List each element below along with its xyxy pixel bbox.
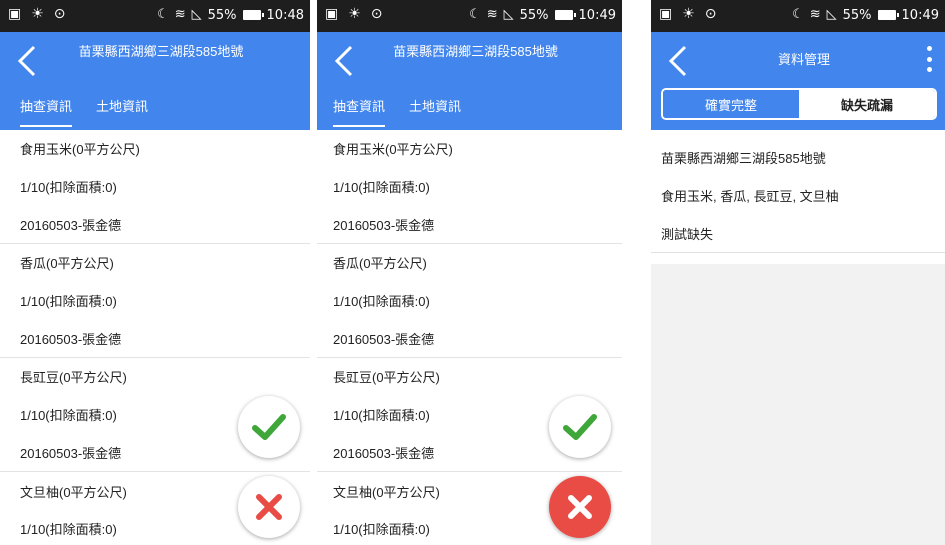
app-header: 苗栗縣西湖鄉三湖段585地號 [0, 32, 310, 86]
image-notification-icon: ▣ [659, 6, 673, 22]
screen-survey-2: ▣ ☀ ⊙ ☾ ≋ ◺ 55% 10:49 苗栗縣西湖鄉三湖段585地號 抽查資… [317, 0, 622, 545]
screen-survey-1: ▣ ☀ ⊙ ☾ ≋ ◺ 55% 10:48 苗栗縣西湖鄉三湖段585地號 抽查資… [0, 0, 310, 545]
record-note: 測試缺失 [661, 226, 714, 242]
battery-percent: 55% [842, 7, 872, 23]
crop-name: 香瓜(0平方公尺) [20, 256, 114, 272]
clock: 10:49 [901, 7, 939, 23]
page-title: 苗栗縣西湖鄉三湖段585地號 [78, 44, 244, 59]
reject-button[interactable] [238, 476, 300, 538]
back-arrow-icon[interactable] [14, 44, 40, 78]
record-icon: ⊙ [53, 6, 66, 22]
confirm-button[interactable] [549, 396, 611, 458]
crop-name: 長豇豆(0平方公尺) [333, 370, 440, 386]
crop-name: 食用玉米(0平方公尺) [333, 142, 453, 158]
app-header: 資料管理 [651, 32, 945, 86]
signal-icon: ◺ [826, 7, 837, 22]
crop-ratio: 1/10(扣除面積:0) [20, 180, 117, 196]
tab-land-info[interactable]: 土地資訊 [96, 96, 148, 115]
segment-bar: 確實完整 缺失疏漏 [651, 86, 945, 130]
reject-button[interactable] [549, 476, 611, 538]
segment-missing[interactable]: 缺失疏漏 [799, 90, 935, 118]
app-header: 苗栗縣西湖鄉三湖段585地號 [317, 32, 622, 86]
record-address: 苗栗縣西湖鄉三湖段585地號 [661, 150, 826, 166]
cross-icon [568, 495, 592, 519]
kebab-menu-icon[interactable] [925, 46, 933, 72]
empty-area [651, 264, 945, 545]
page-title: 資料管理 [777, 52, 830, 67]
list-item[interactable]: 食用玉米(0平方公尺) 1/10(扣除面積:0) 20160503-張金德 [317, 130, 622, 245]
tab-survey-info[interactable]: 抽查資訊 [333, 96, 386, 127]
do-not-disturb-icon: ☾ [792, 7, 804, 22]
record-icon: ⊙ [370, 6, 383, 22]
missing-record-item[interactable]: 苗栗縣西湖鄉三湖段585地號 食用玉米, 香瓜, 長豇豆, 文旦柚 測試缺失 [651, 130, 945, 253]
segmented-control: 確實完整 缺失疏漏 [661, 88, 937, 120]
cross-icon [256, 494, 282, 520]
crop-ratio: 1/10(扣除面積:0) [20, 294, 117, 310]
tab-bar: 抽查資訊 土地資訊 [317, 86, 622, 130]
image-notification-icon: ▣ [325, 6, 339, 22]
record-icon: ⊙ [704, 6, 717, 22]
screen-data-management: ▣ ☀ ⊙ ☾ ≋ ◺ 55% 10:49 資料管理 確實完整 缺失疏漏 苗栗縣… [651, 0, 945, 545]
wifi-icon: ≋ [486, 7, 498, 22]
back-arrow-icon[interactable] [665, 44, 691, 78]
clock: 10:49 [578, 7, 616, 23]
record-crops: 食用玉米, 香瓜, 長豇豆, 文旦柚 [661, 188, 839, 204]
list-item[interactable]: 食用玉米(0平方公尺) 1/10(扣除面積:0) 20160503-張金德 [0, 130, 310, 245]
list-item[interactable]: 香瓜(0平方公尺) 1/10(扣除面積:0) 20160503-張金德 [0, 244, 310, 359]
check-icon [563, 414, 597, 440]
brightness-icon: ☀ [31, 6, 44, 22]
battery-percent: 55% [207, 7, 237, 23]
crop-ratio: 1/10(扣除面積:0) [333, 294, 430, 310]
crop-record: 20160503-張金德 [333, 331, 435, 347]
battery-percent: 55% [519, 7, 549, 23]
signal-icon: ◺ [503, 7, 514, 22]
status-bar: ▣ ☀ ⊙ ☾ ≋ ◺ 55% 10:48 [0, 0, 310, 32]
check-icon [252, 414, 286, 440]
page-title: 苗栗縣西湖鄉三湖段585地號 [393, 44, 558, 59]
signal-icon: ◺ [191, 7, 202, 22]
clock: 10:48 [266, 7, 304, 23]
battery-icon [554, 10, 576, 20]
brightness-icon: ☀ [348, 6, 361, 22]
crop-name: 食用玉米(0平方公尺) [20, 142, 140, 158]
brightness-icon: ☀ [682, 6, 695, 22]
confirm-button[interactable] [238, 396, 300, 458]
tab-survey-info[interactable]: 抽查資訊 [20, 96, 73, 127]
image-notification-icon: ▣ [8, 6, 22, 22]
segment-complete[interactable]: 確實完整 [663, 90, 799, 118]
status-bar: ▣ ☀ ⊙ ☾ ≋ ◺ 55% 10:49 [317, 0, 622, 32]
status-bar: ▣ ☀ ⊙ ☾ ≋ ◺ 55% 10:49 [651, 0, 945, 32]
crop-record: 20160503-張金德 [20, 217, 122, 233]
back-arrow-icon[interactable] [331, 44, 357, 78]
tab-bar: 抽查資訊 土地資訊 [0, 86, 310, 130]
list-item[interactable]: 香瓜(0平方公尺) 1/10(扣除面積:0) 20160503-張金德 [317, 244, 622, 359]
crop-name: 長豇豆(0平方公尺) [20, 370, 127, 386]
crop-name: 香瓜(0平方公尺) [333, 256, 427, 272]
battery-icon [877, 10, 899, 20]
tab-land-info[interactable]: 土地資訊 [409, 96, 461, 115]
crop-ratio: 1/10(扣除面積:0) [333, 180, 430, 196]
do-not-disturb-icon: ☾ [157, 7, 169, 22]
battery-icon [242, 10, 264, 20]
crop-record: 20160503-張金德 [20, 331, 122, 347]
wifi-icon: ≋ [174, 7, 186, 22]
wifi-icon: ≋ [809, 7, 821, 22]
crop-record: 20160503-張金德 [333, 217, 435, 233]
do-not-disturb-icon: ☾ [469, 7, 481, 22]
